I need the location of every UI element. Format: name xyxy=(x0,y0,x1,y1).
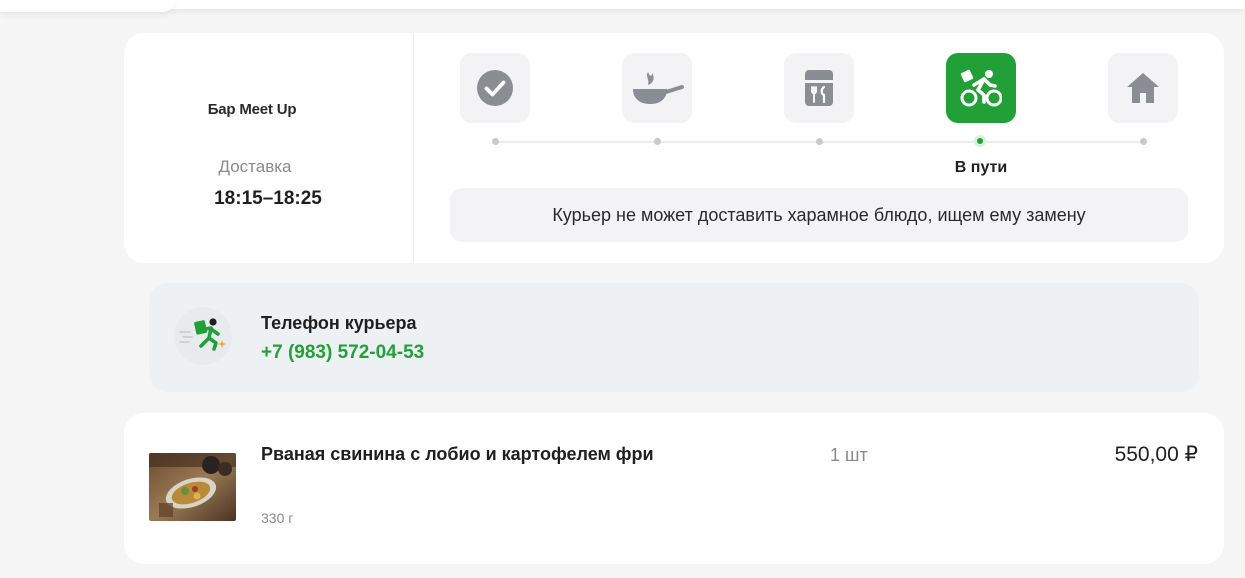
courier-contact-card: Телефон курьера +7 (983) 572-04-53 xyxy=(149,283,1199,392)
item-price: 550,00 ₽ xyxy=(1114,443,1198,466)
step-dot-cooking xyxy=(654,138,661,145)
courier-avatar xyxy=(174,307,232,365)
step-cooking xyxy=(622,53,692,123)
item-weight: 330 г xyxy=(261,510,294,526)
order-items-card: Рваная свинина с лобио и картофелем фри … xyxy=(124,413,1224,564)
item-name[interactable]: Рваная свинина с лобио и картофелем фри xyxy=(261,444,654,465)
delivery-time: 18:15–18:25 xyxy=(214,188,322,209)
step-dot-packed xyxy=(816,138,823,145)
order-status-card: Бар Meet Up Доставка 18:15–18:25 В пути … xyxy=(124,33,1224,263)
order-info-panel: Бар Meet Up Доставка 18:15–18:25 xyxy=(124,33,414,263)
check-circle-icon xyxy=(477,70,513,106)
top-header-bar xyxy=(0,0,1245,9)
header-tab xyxy=(0,0,175,12)
step-dot-delivered xyxy=(1140,138,1147,145)
packed-bag-icon xyxy=(803,70,835,106)
item-quantity: 1 шт xyxy=(830,445,868,465)
step-dot-confirmed xyxy=(492,138,499,145)
item-photo[interactable] xyxy=(149,453,236,521)
active-step-caption: В пути xyxy=(954,159,1008,176)
delivery-label: Доставка xyxy=(218,157,292,176)
step-dot-on-the-way xyxy=(974,135,986,147)
frying-pan-icon xyxy=(633,72,684,104)
status-notice: Курьер не может доставить харамное блюдо… xyxy=(450,188,1188,242)
restaurant-name[interactable]: Бар Meet Up xyxy=(124,101,380,118)
step-confirmed xyxy=(460,53,530,123)
courier-phone-link[interactable]: +7 (983) 572-04-53 xyxy=(261,342,424,364)
courier-phone-label: Телефон курьера xyxy=(261,313,417,333)
step-delivered xyxy=(1108,53,1178,123)
step-packed xyxy=(784,53,854,123)
home-icon xyxy=(1127,73,1159,103)
order-progress-tracker: В пути xyxy=(460,53,1178,176)
cyclist-courier-icon xyxy=(960,69,1002,107)
step-on-the-way xyxy=(946,53,1016,123)
running-courier-icon xyxy=(179,318,226,351)
